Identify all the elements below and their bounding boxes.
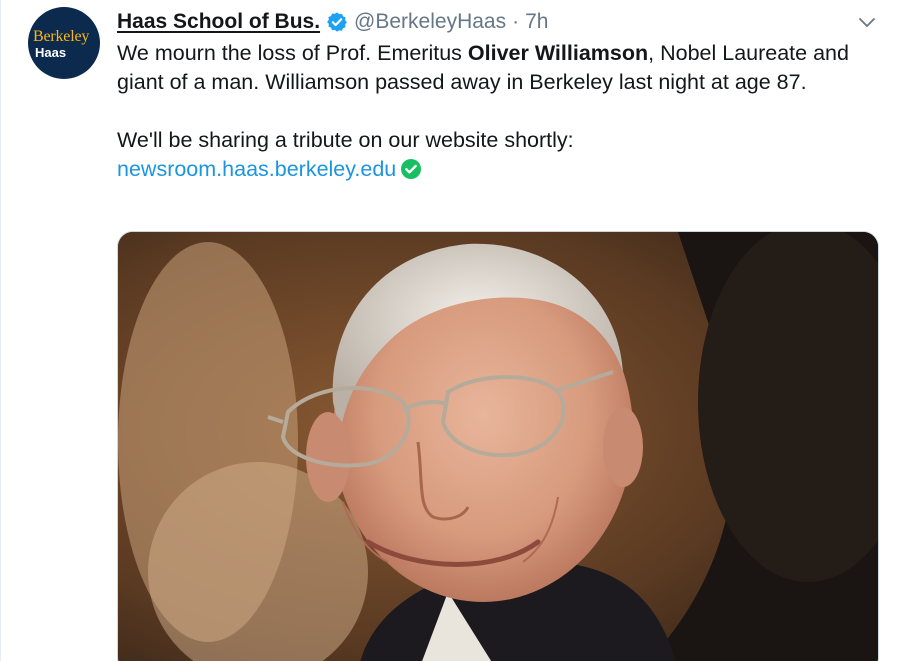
separator-dot: · xyxy=(512,10,520,33)
tweet-photo[interactable] xyxy=(117,231,879,661)
account-handle[interactable]: @BerkeleyHaas xyxy=(354,10,506,34)
tweet-card[interactable]: Berkeley Haas Haas School of Bus. @Berke… xyxy=(0,0,899,661)
verified-badge-icon xyxy=(326,11,348,33)
timestamp[interactable]: 7h xyxy=(525,10,548,34)
display-name[interactable]: Haas School of Bus. xyxy=(117,10,320,34)
avatar[interactable]: Berkeley Haas xyxy=(28,7,100,79)
tweet-text-line2: We'll be sharing a tribute on our websit… xyxy=(117,128,574,152)
portrait-photo xyxy=(118,232,878,661)
avatar-logo-line1: Berkeley xyxy=(33,28,90,45)
avatar-logo-line2: Haas xyxy=(35,45,67,60)
tweet-header: Haas School of Bus. @BerkeleyHaas · 7h xyxy=(117,8,548,36)
tweet-text-pre: We mourn the loss of Prof. Emeritus xyxy=(117,41,468,65)
tweet-paragraph-1: We mourn the loss of Prof. Emeritus Oliv… xyxy=(117,39,877,97)
tweet-text-bold: Oliver Williamson xyxy=(467,41,649,65)
check-circle-icon xyxy=(400,158,422,180)
chevron-down-icon[interactable] xyxy=(857,12,877,32)
divider xyxy=(0,0,1,661)
tweet-paragraph-2: We'll be sharing a tribute on our websit… xyxy=(117,126,877,184)
tweet-link[interactable]: newsroom.haas.berkeley.edu xyxy=(117,157,396,181)
tweet-text: We mourn the loss of Prof. Emeritus Oliv… xyxy=(117,39,877,184)
